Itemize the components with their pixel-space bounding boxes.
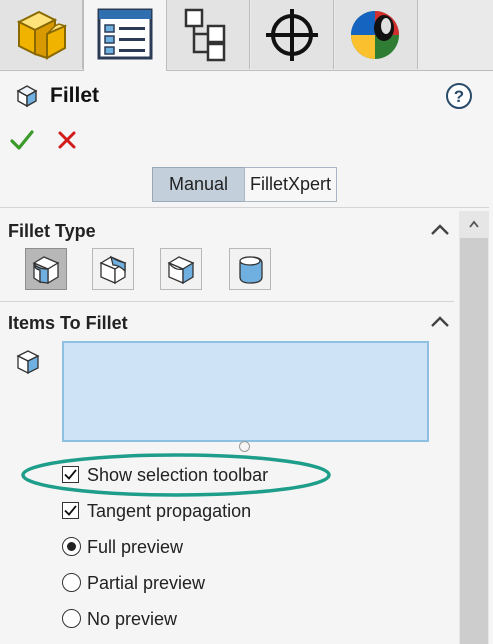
chevron-up-icon[interactable] [430, 223, 450, 237]
tab-configuration-manager[interactable] [167, 0, 250, 69]
tab-filletxpert[interactable]: FilletXpert [244, 167, 337, 202]
configuration-manager-icon [184, 8, 226, 62]
full-preview-label: Full preview [87, 537, 184, 557]
cancel-x-icon[interactable] [57, 130, 77, 150]
no-preview-radio[interactable] [62, 609, 81, 628]
fillet-type-variable-size[interactable] [92, 248, 134, 290]
tangent-propagation-checkbox[interactable] [62, 502, 79, 519]
scroll-up-button[interactable] [459, 211, 489, 237]
tab-feature-manager[interactable] [0, 0, 83, 69]
page-title: Fillet [50, 84, 100, 107]
dimxpert-icon [266, 9, 318, 61]
section-title-fillet-type: Fillet Type [8, 221, 96, 241]
vertical-scrollbar[interactable] [459, 211, 489, 644]
tab-dimxpert-manager[interactable] [251, 0, 334, 69]
display-manager-icon [351, 11, 399, 59]
tab-manual[interactable]: Manual [152, 167, 245, 202]
part-icon [16, 10, 68, 60]
tab-property-manager[interactable] [83, 0, 167, 71]
variable-size-fillet-icon [99, 255, 127, 285]
fillet-type-full-round[interactable] [229, 248, 271, 290]
divider [0, 301, 454, 302]
ok-check-icon[interactable] [10, 129, 34, 151]
fillet-feature-icon [16, 85, 38, 108]
highlight-ellipse [21, 453, 331, 497]
full-round-fillet-icon [239, 256, 263, 284]
section-title-items-to-fillet: Items To Fillet [8, 313, 128, 333]
items-to-fillet-selection-box[interactable] [62, 341, 429, 442]
help-icon[interactable]: ? [445, 82, 473, 110]
fillet-type-face[interactable] [160, 248, 202, 290]
tab-display-manager[interactable] [335, 0, 418, 69]
scroll-thumb[interactable] [460, 238, 488, 644]
edge-face-selection-icon [16, 350, 40, 375]
tangent-propagation-label: Tangent propagation [87, 501, 252, 521]
partial-preview-label: Partial preview [87, 573, 206, 593]
partial-preview-radio[interactable] [62, 573, 81, 592]
constant-size-fillet-icon [32, 256, 60, 285]
svg-text:?: ? [454, 87, 464, 106]
face-fillet-icon [167, 256, 195, 285]
no-preview-label: No preview [87, 609, 178, 629]
chevron-up-icon [469, 220, 479, 228]
manager-tab-bar [0, 0, 493, 71]
property-manager-icon [97, 8, 153, 60]
full-preview-radio[interactable] [62, 537, 81, 556]
divider [0, 207, 489, 208]
chevron-up-icon[interactable] [430, 315, 450, 329]
fillet-type-constant-size[interactable] [25, 248, 67, 290]
checkmark-icon [64, 505, 77, 516]
